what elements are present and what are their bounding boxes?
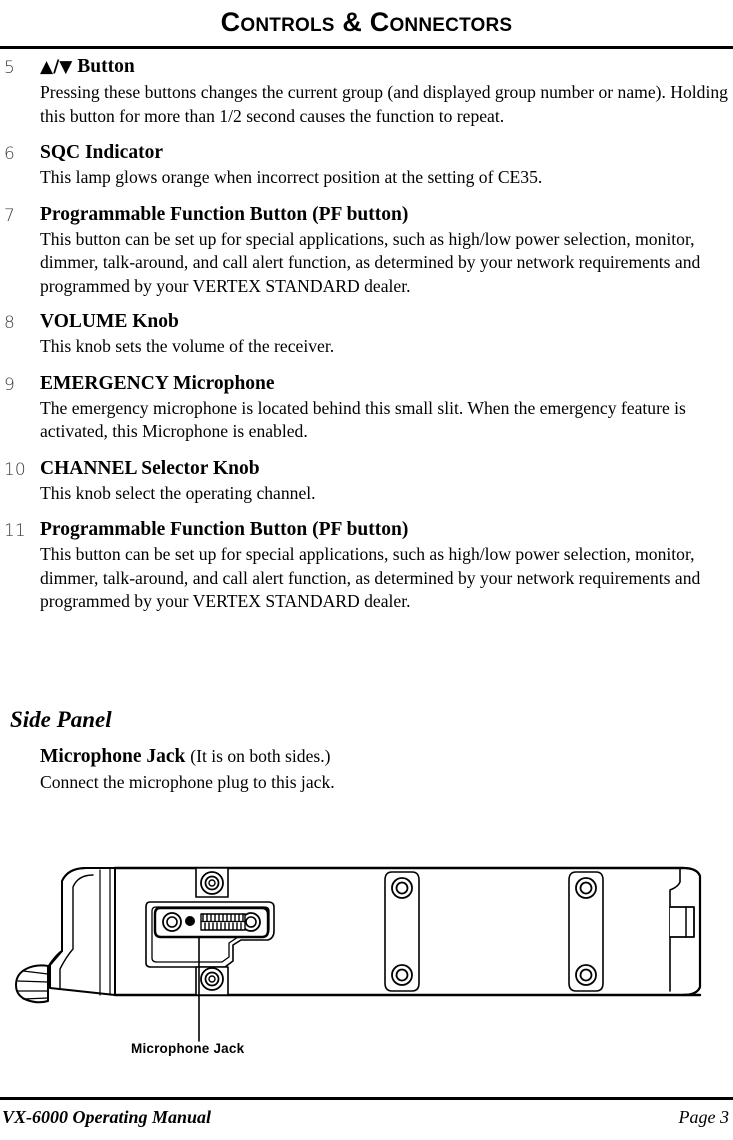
side-panel-line-drawing — [15, 866, 702, 1042]
up-down-arrow-icon: ▲/▼ — [40, 57, 73, 77]
list-item: 11 Programmable Function Button (PF butt… — [0, 517, 733, 614]
item-heading: Programmable Function Button (PF button) — [40, 519, 409, 540]
page-footer: VX-6000 Operating Manual Page 3 — [0, 1103, 733, 1137]
list-item: 10 CHANNEL Selector Knob This knob selec… — [0, 456, 733, 506]
right-end-connector-tab — [669, 906, 695, 938]
item-body: Programmable Function Button (PF button)… — [40, 202, 731, 299]
list-item: 8 VOLUME Knob This knob sets the volume … — [0, 309, 733, 359]
item-heading-label: Button — [72, 56, 135, 77]
mount-rail-1 — [384, 871, 420, 992]
item-body: CHANNEL Selector Knob This knob select t… — [40, 456, 731, 506]
list-item: 7 Programmable Function Button (PF butto… — [0, 202, 733, 299]
item-body: Programmable Function Button (PF button)… — [40, 517, 731, 614]
mount-rail-2 — [568, 871, 604, 992]
volume-knob — [15, 964, 49, 1004]
sub-description: Connect the microphone plug to this jack… — [40, 772, 335, 792]
item-number: 9 — [4, 374, 15, 395]
list-item: 6 SQC Indicator This lamp glows orange w… — [0, 140, 733, 190]
footer-divider — [0, 1097, 733, 1100]
item-description: This lamp glows orange when incorrect po… — [40, 167, 543, 187]
item-description: Pressing these buttons changes the curre… — [40, 82, 728, 126]
item-body: SQC Indicator This lamp glows orange whe… — [40, 140, 731, 190]
item-number: 5 — [4, 58, 15, 78]
item-description: This button can be set up for special ap… — [40, 544, 701, 611]
item-heading: EMERGENCY Microphone — [40, 372, 275, 394]
item-number: 7 — [4, 205, 15, 226]
item-heading: SQC Indicator — [40, 142, 163, 163]
item-description: This knob select the operating channel. — [40, 482, 316, 503]
item-heading: VOLUME Knob — [40, 311, 179, 332]
item-body: ▲/▼ Button Pressing these buttons change… — [40, 54, 731, 128]
item-description: The emergency microphone is located behi… — [40, 397, 686, 442]
page-title: Controls & Connectors — [220, 7, 513, 37]
sub-heading: Microphone Jack (It is on both sides.) — [40, 744, 733, 769]
item-description: This knob sets the volume of the receive… — [40, 336, 335, 356]
radio-side-panel-illustration — [0, 845, 733, 1060]
microphone-jack-block: Microphone Jack (It is on both sides.) C… — [40, 744, 733, 795]
page-header: Controls & Connectors — [0, 0, 733, 50]
item-number: 10 — [4, 459, 26, 480]
item-heading: Programmable Function Button (PF button) — [40, 203, 409, 225]
section-title: Side Panel — [10, 707, 112, 732]
footer-page-number: Page 3 — [678, 1107, 729, 1127]
footer-manual-title: VX-6000 Operating Manual — [2, 1107, 212, 1127]
item-number: 6 — [4, 144, 15, 164]
list-item: 5 ▲/▼ Button Pressing these buttons chan… — [0, 54, 733, 128]
item-heading: ▲/▼ Button — [40, 54, 731, 80]
side-panel-section: Side Panel Microphone Jack (It is on bot… — [0, 706, 733, 795]
controls-list: 5 ▲/▼ Button Pressing these buttons chan… — [0, 54, 733, 616]
item-number: 8 — [4, 313, 15, 333]
item-number: 11 — [4, 521, 26, 541]
item-body: EMERGENCY Microphone The emergency micro… — [40, 371, 731, 444]
item-heading: CHANNEL Selector Knob — [40, 457, 260, 479]
callout-label-microphone-jack: Microphone Jack — [131, 1041, 245, 1056]
sub-heading-label: Microphone Jack — [40, 746, 186, 767]
jack-keying-dot — [185, 916, 195, 926]
list-item: 9 EMERGENCY Microphone The emergency mic… — [0, 371, 733, 444]
header-divider — [0, 46, 733, 49]
item-description: This button can be set up for special ap… — [40, 228, 701, 296]
sub-heading-note: (It is on both sides.) — [190, 746, 331, 766]
item-body: VOLUME Knob This knob sets the volume of… — [40, 309, 731, 359]
